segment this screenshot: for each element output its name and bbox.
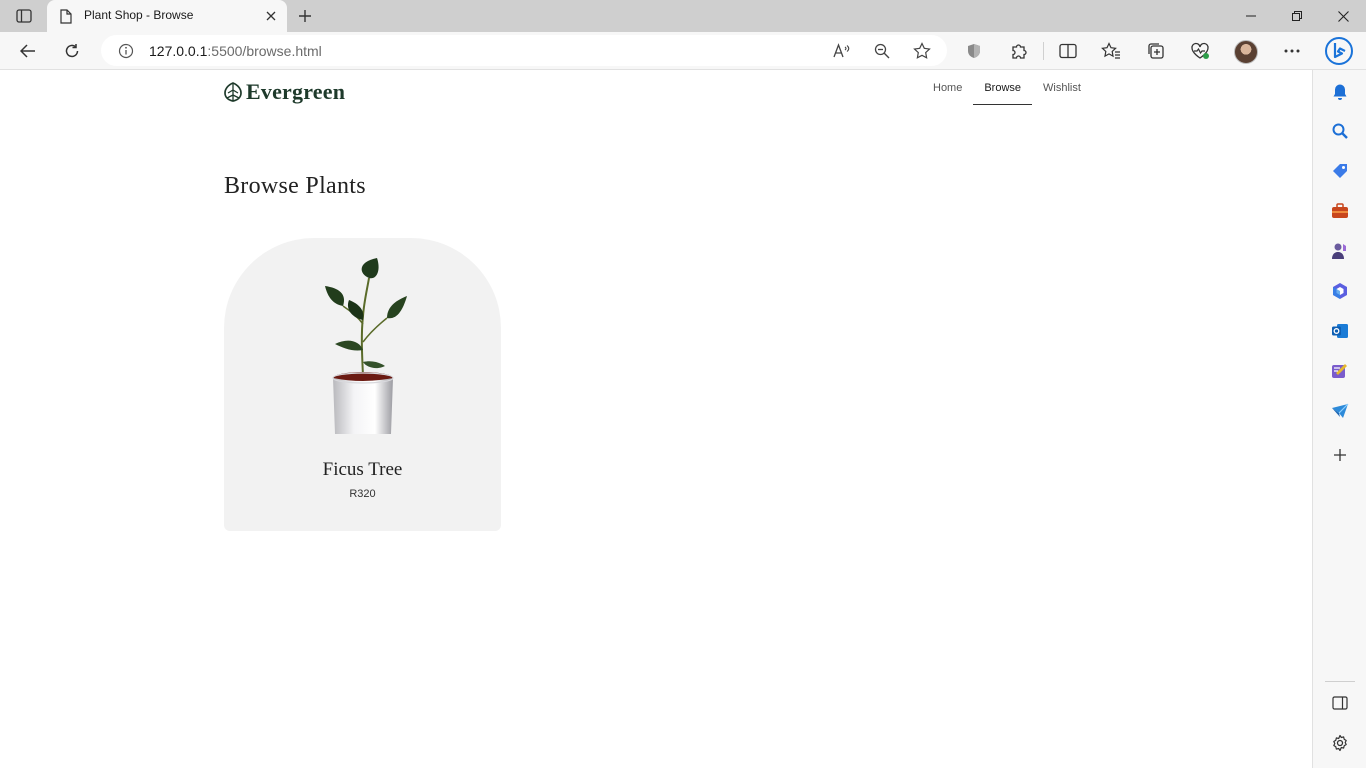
plant-image: [325, 258, 407, 434]
search-icon[interactable]: [1327, 118, 1353, 144]
zoom-out-icon[interactable]: [869, 38, 895, 64]
url-host: 127.0.0.1: [149, 43, 208, 59]
nav-link-wishlist[interactable]: Wishlist: [1032, 71, 1092, 105]
toolbar-divider: [1043, 42, 1044, 60]
favorites-icon[interactable]: [1096, 36, 1126, 66]
product-card[interactable]: Ficus Tree R320: [224, 238, 501, 531]
page-viewport: Evergreen Home Browse Wishlist Browse Pl…: [0, 71, 1311, 768]
microsoft-365-icon[interactable]: [1327, 278, 1353, 304]
settings-gear-icon[interactable]: [1327, 730, 1353, 756]
site-logo[interactable]: Evergreen: [223, 79, 345, 105]
designer-icon[interactable]: [1327, 358, 1353, 384]
more-options-icon[interactable]: [1277, 36, 1307, 66]
hide-sidebar-icon[interactable]: [1327, 690, 1353, 716]
tab-strip: Plant Shop - Browse: [0, 0, 1366, 32]
tab-title: Plant Shop - Browse: [84, 8, 194, 22]
browser-tab[interactable]: Plant Shop - Browse: [47, 0, 287, 32]
minimize-icon[interactable]: [1228, 0, 1274, 32]
favorite-star-icon[interactable]: [909, 38, 935, 64]
new-tab-icon[interactable]: [292, 4, 318, 28]
restore-icon[interactable]: [1274, 0, 1320, 32]
close-window-icon[interactable]: [1320, 0, 1366, 32]
send-plane-icon[interactable]: [1327, 398, 1353, 424]
close-tab-icon[interactable]: [261, 6, 281, 26]
notification-bell-icon[interactable]: [1327, 79, 1353, 105]
nav-link-browse[interactable]: Browse: [973, 71, 1033, 105]
outlook-icon[interactable]: [1327, 318, 1353, 344]
url-path: :5500/browse.html: [207, 43, 322, 59]
browser-toolbar: 127.0.0.1:5500/browse.html: [0, 32, 1366, 70]
leaf-logo-icon: [223, 81, 243, 103]
games-icon[interactable]: [1327, 238, 1353, 264]
address-bar[interactable]: 127.0.0.1:5500/browse.html: [101, 35, 947, 66]
tools-briefcase-icon[interactable]: [1327, 198, 1353, 224]
page-title: Browse Plants: [224, 173, 366, 199]
shield-icon[interactable]: [959, 36, 989, 66]
url-text[interactable]: 127.0.0.1:5500/browse.html: [149, 43, 322, 59]
edge-sidebar: [1312, 70, 1366, 768]
refresh-icon[interactable]: [57, 36, 87, 66]
main-nav: Home Browse Wishlist: [922, 71, 1092, 105]
product-name[interactable]: Ficus Tree: [224, 459, 501, 481]
split-screen-icon[interactable]: [1053, 36, 1083, 66]
sidebar-divider: [1325, 681, 1355, 682]
nav-link-home[interactable]: Home: [922, 71, 973, 105]
extensions-icon[interactable]: [1004, 36, 1034, 66]
shopping-tag-icon[interactable]: [1327, 158, 1353, 184]
product-price: R320: [349, 488, 376, 500]
logo-text: Evergreen: [246, 79, 346, 104]
collections-icon[interactable]: [1141, 36, 1171, 66]
tab-actions-icon[interactable]: [10, 4, 38, 28]
read-aloud-icon[interactable]: [829, 38, 855, 64]
page-icon: [58, 8, 74, 24]
browser-essentials-icon[interactable]: [1185, 36, 1215, 66]
profile-avatar[interactable]: [1234, 40, 1258, 64]
add-sidebar-app-icon[interactable]: [1327, 442, 1353, 468]
site-info-icon[interactable]: [117, 42, 135, 60]
copilot-icon[interactable]: [1324, 36, 1354, 66]
back-icon[interactable]: [13, 36, 43, 66]
